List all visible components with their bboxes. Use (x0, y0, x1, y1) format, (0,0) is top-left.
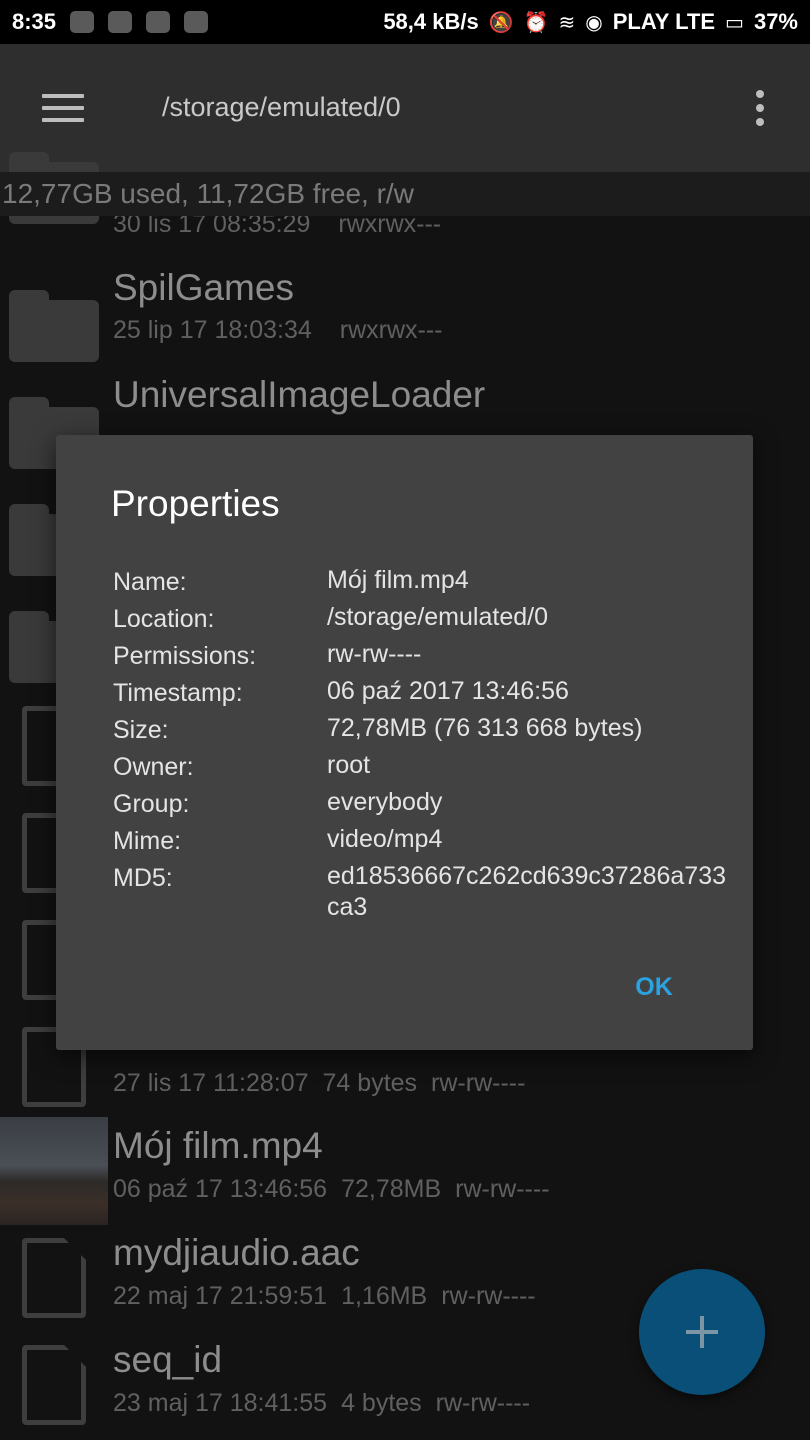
prop-label-size: Size: (113, 716, 169, 744)
prop-label-timestamp: Timestamp: (113, 679, 243, 707)
prop-label-permissions: Permissions: (113, 642, 257, 670)
prop-value-group: everybody (327, 788, 443, 816)
prop-label-md5: MD5: (113, 864, 173, 892)
properties-dialog: Properties Name: Mój film.mp4 Location: … (56, 435, 753, 1050)
prop-label-owner: Owner: (113, 753, 194, 781)
dialog-title: Properties (111, 483, 280, 524)
prop-value-md5: ed18536667c262cd639c37286a733ca3 (327, 862, 726, 921)
prop-value-location: /storage/emulated/0 (327, 603, 548, 631)
prop-value-permissions: rw-rw---- (327, 640, 422, 668)
ok-button[interactable]: OK (622, 973, 686, 1007)
prop-value-size: 72,78MB (76 313 668 bytes) (327, 714, 643, 742)
prop-label-mime: Mime: (113, 827, 182, 855)
prop-label-location: Location: (113, 605, 215, 633)
prop-value-name: Mój film.mp4 (327, 566, 469, 594)
prop-value-owner: root (327, 751, 371, 779)
prop-value-mime: video/mp4 (327, 825, 443, 853)
prop-value-timestamp: 06 paź 2017 13:46:56 (327, 677, 569, 705)
prop-label-name: Name: (113, 568, 187, 596)
prop-label-group: Group: (113, 790, 190, 818)
